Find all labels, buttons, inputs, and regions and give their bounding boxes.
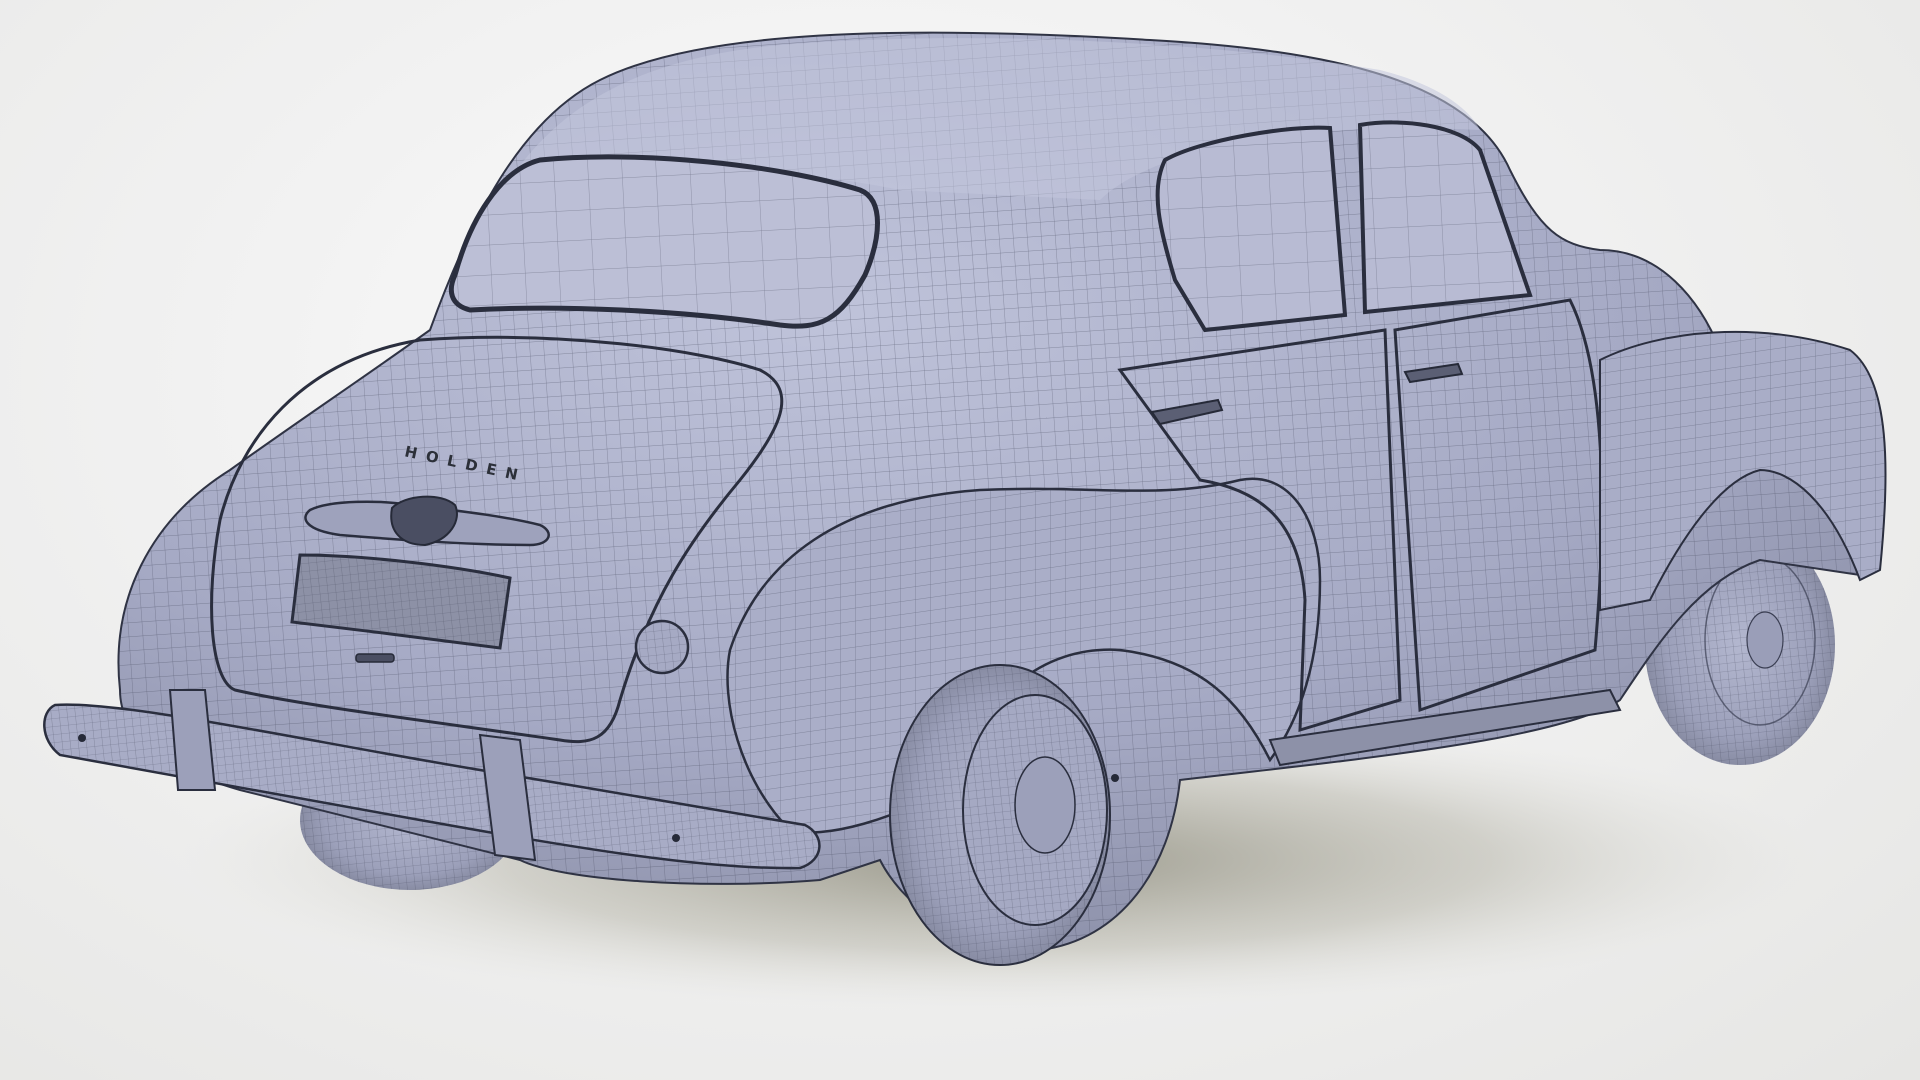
side-window-rear: [1155, 125, 1348, 333]
render-viewport: HOLDEN: [0, 0, 1920, 1080]
car-render: HOLDEN: [43, 31, 1887, 1010]
rear-window: [448, 154, 880, 329]
fuel-cap: [634, 619, 690, 675]
side-window-front: [1357, 120, 1533, 315]
trunk-lock: [355, 653, 395, 663]
